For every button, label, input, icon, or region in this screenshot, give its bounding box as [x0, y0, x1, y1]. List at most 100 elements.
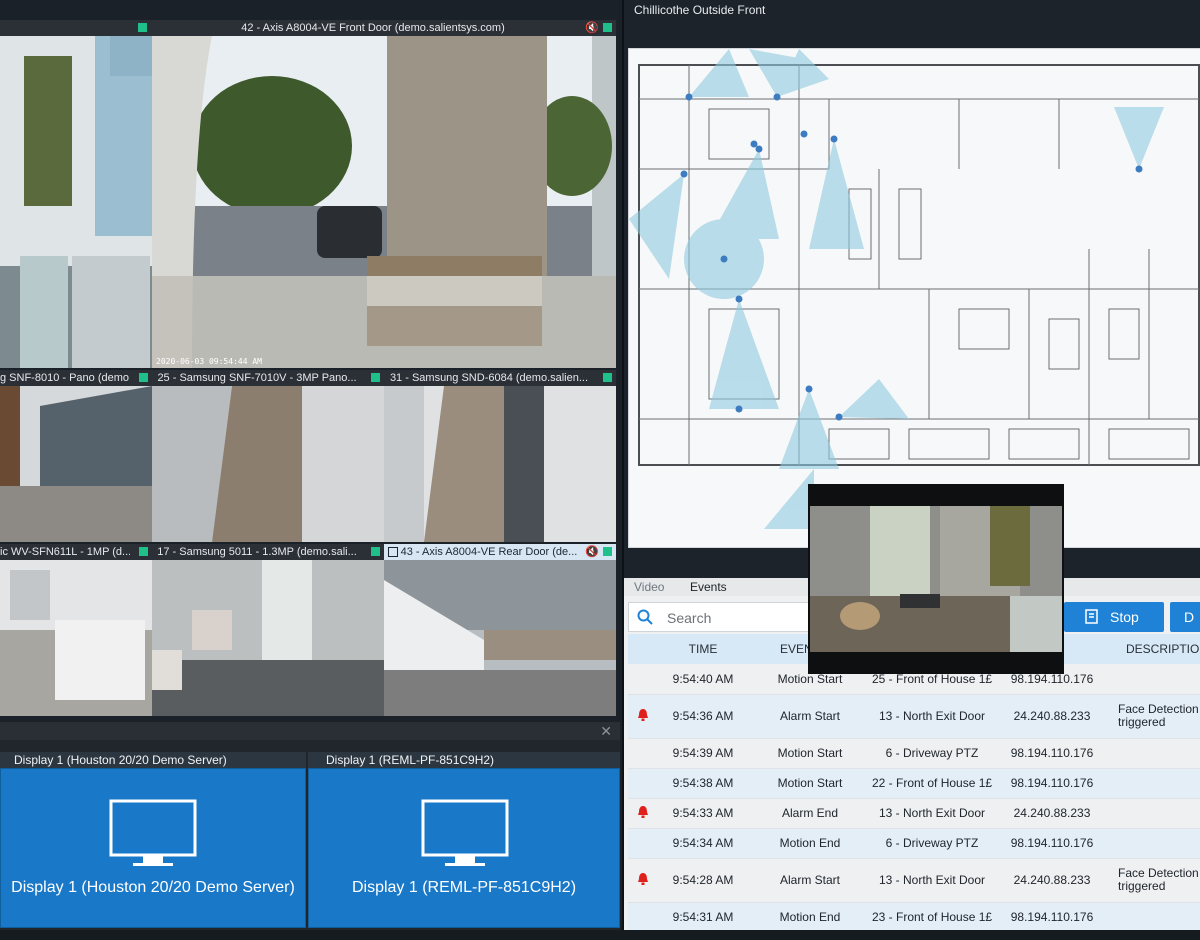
cell-event: Motion End: [748, 902, 872, 933]
status-indicator-icon: [139, 373, 148, 382]
display-body[interactable]: Display 1 (REML-PF-851C9H2): [308, 768, 620, 928]
stop-button-label: Stop: [1110, 609, 1139, 625]
cell-ip: 98.194.110.176: [992, 738, 1112, 769]
column-header-description[interactable]: DESCRIPTION: [1112, 634, 1200, 664]
display-panel: ✕ Display 1 (Houston 20/20 Demo Server) …: [0, 722, 620, 940]
camera-tile-samsung5011[interactable]: 17 - Samsung 5011 - 1.3MP (demo.sali...: [152, 544, 384, 716]
floor-plan-map[interactable]: [628, 48, 1200, 548]
camera-feed: [384, 386, 616, 542]
cell-alarm: [628, 738, 658, 769]
camera-tile-pano[interactable]: g SNF-8010 - Pano (demo...: [0, 370, 152, 542]
display-label: Display 1 (Houston 20/20 Demo Server): [11, 879, 295, 896]
status-indicator-icon: [371, 373, 380, 382]
column-header-time[interactable]: TIME: [658, 634, 748, 664]
cell-desc: [1112, 902, 1200, 933]
camera-feed: [384, 560, 616, 716]
display-header: Display 1 (REML-PF-851C9H2): [308, 752, 620, 768]
cell-event: Alarm Start: [748, 694, 872, 739]
display-panel-header: ✕: [0, 722, 620, 740]
search-placeholder: Search: [667, 610, 712, 626]
cell-ip: 98.194.110.176: [992, 828, 1112, 859]
cell-alarm: [628, 798, 658, 829]
search-icon: [637, 609, 653, 625]
tile-select-checkbox[interactable]: [388, 547, 398, 557]
speaker-mute-icon[interactable]: 🔇: [585, 545, 599, 558]
camera-tile-lobby[interactable]: [0, 20, 152, 368]
camera-feed: [0, 386, 152, 542]
cell-time: 9:54:31 AM: [658, 902, 748, 933]
camera-tile-rear-door[interactable]: 43 - Axis A8004-VE Rear Door (de... 🔇: [384, 544, 616, 716]
cell-source: 6 - Driveway PTZ: [872, 828, 992, 859]
display-tile-houston[interactable]: Display 1 (Houston 20/20 Demo Server) Di…: [0, 752, 306, 940]
table-row[interactable]: 9:54:33 AM Alarm End 13 - North Exit Door 2…: [628, 798, 1200, 829]
stop-button[interactable]: Stop: [1064, 602, 1164, 632]
status-indicator-icon: [138, 23, 147, 32]
camera-title: g SNF-8010 - Pano (demo...: [0, 372, 130, 384]
cell-source: 13 - North Exit Door: [872, 694, 992, 739]
tab-video[interactable]: Video: [634, 580, 664, 594]
monitor-icon: [109, 799, 197, 866]
cell-time: 9:54:28 AM: [658, 858, 748, 903]
table-row[interactable]: 9:54:28 AM Alarm Start 13 - North Exit Doo…: [628, 858, 1200, 903]
camera-feed: [152, 560, 384, 716]
bell-icon: [638, 708, 648, 721]
cell-source: 6 - Driveway PTZ: [872, 738, 992, 769]
close-icon[interactable]: ✕: [600, 723, 612, 740]
camera-feed: [152, 36, 616, 368]
display-tile-reml[interactable]: Display 1 (REML-PF-851C9H2) Display 1 (R…: [308, 752, 620, 940]
secondary-button-label: D: [1184, 609, 1195, 625]
column-header-alarm[interactable]: [628, 634, 658, 664]
cell-source: 13 - North Exit Door: [872, 798, 992, 829]
tab-events[interactable]: Events: [690, 580, 727, 594]
cell-source: 22 - Front of House 1£: [872, 768, 992, 799]
display-body[interactable]: Display 1 (Houston 20/20 Demo Server): [0, 768, 306, 928]
cell-time: 9:54:36 AM: [658, 694, 748, 739]
table-row[interactable]: 9:54:36 AM Alarm Start 13 - North Exit Doo…: [628, 694, 1200, 739]
bell-icon: [638, 872, 648, 885]
cell-time: 9:54:33 AM: [658, 798, 748, 829]
cell-alarm: [628, 664, 658, 695]
cell-desc: Face Detection triggered: [1112, 694, 1200, 739]
cell-time: 9:54:34 AM: [658, 828, 748, 859]
speaker-mute-icon[interactable]: 🔇: [585, 21, 599, 34]
camera-tile-wv-sfn611l[interactable]: ic WV-SFN611L - 1MP (d...: [0, 544, 152, 716]
cell-alarm: [628, 768, 658, 799]
cell-ip: 24.240.88.233: [992, 858, 1112, 903]
status-indicator-icon: [603, 373, 612, 382]
cell-ip: 98.194.110.176: [992, 768, 1112, 799]
camera-title-bar: 31 - Samsung SND-6084 (demo.salien...: [384, 370, 616, 386]
status-indicator-icon: [603, 547, 612, 556]
cell-desc: [1112, 664, 1200, 695]
camera-tile-snd6084[interactable]: 31 - Samsung SND-6084 (demo.salien...: [384, 370, 616, 542]
cell-alarm: [628, 828, 658, 859]
cell-ip: 24.240.88.233: [992, 798, 1112, 829]
map-title: Chillicothe Outside Front: [634, 3, 766, 17]
camera-title-bar: 25 - Samsung SNF-7010V - 3MP Pano...: [152, 370, 384, 386]
search-input[interactable]: Search: [628, 602, 828, 632]
secondary-button[interactable]: D: [1170, 602, 1200, 632]
table-row[interactable]: 9:54:31 AM Motion End 23 - Front of House …: [628, 902, 1200, 933]
floor-plan-drawing: [629, 49, 1200, 529]
cell-alarm: [628, 694, 658, 739]
camera-feed: [0, 36, 152, 368]
camera-feed: [0, 560, 152, 716]
cell-event: Motion End: [748, 828, 872, 859]
camera-feed: [152, 386, 384, 542]
display-header: Display 1 (Houston 20/20 Demo Server): [0, 752, 306, 768]
camera-title-bar: 17 - Samsung 5011 - 1.3MP (demo.sali...: [152, 544, 384, 560]
cell-event: Motion Start: [748, 768, 872, 799]
table-row[interactable]: 9:54:38 AM Motion Start 22 - Front of Hous…: [628, 768, 1200, 799]
table-row[interactable]: 9:54:34 AM Motion End 6 - Driveway PTZ 98.1…: [628, 828, 1200, 859]
bell-icon: [638, 805, 648, 818]
camera-tile-snf7010[interactable]: 25 - Samsung SNF-7010V - 3MP Pano...: [152, 370, 384, 542]
camera-title-bar: 43 - Axis A8004-VE Rear Door (de...: [384, 544, 616, 560]
camera-tile-front-door[interactable]: 42 - Axis A8004-VE Front Door (demo.sali…: [152, 20, 616, 368]
camera-title: 17 - Samsung 5011 - 1.3MP (demo.sali...: [157, 546, 357, 558]
cell-ip: 98.194.110.176: [992, 902, 1112, 933]
video-popup[interactable]: [808, 484, 1064, 674]
events-table: TIME EVENT DESCRIPTION 9:54:40 AM Motion …: [628, 634, 1200, 933]
cell-time: 9:54:40 AM: [658, 664, 748, 695]
table-row[interactable]: 9:54:39 AM Motion Start 6 - Driveway PTZ 98…: [628, 738, 1200, 769]
cell-event: Motion Start: [748, 738, 872, 769]
cell-source: 23 - Front of House 1£: [872, 902, 992, 933]
